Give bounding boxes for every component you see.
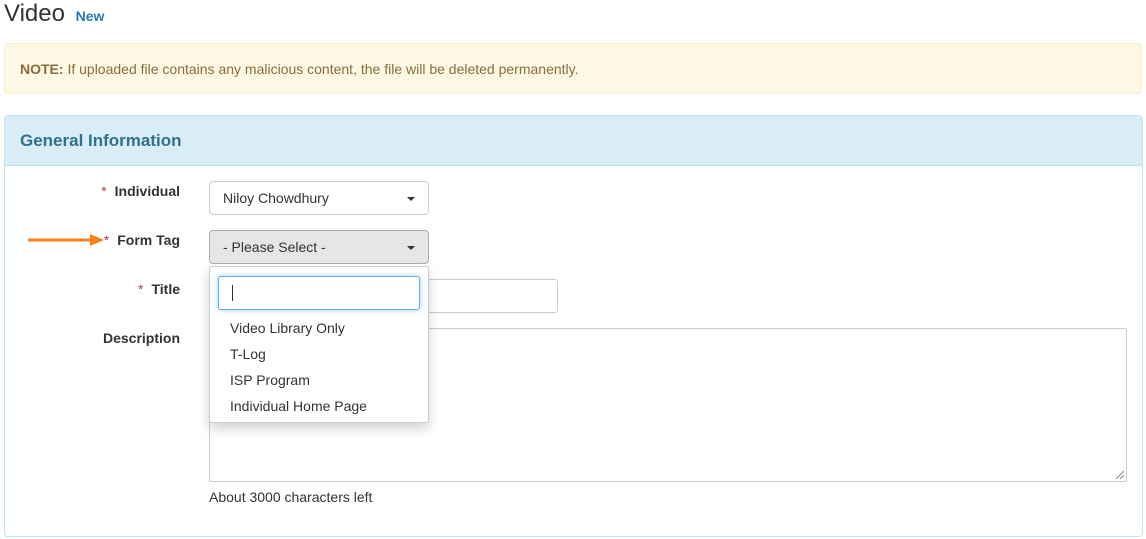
individual-label-text: Individual: [114, 183, 180, 199]
resize-handle-icon[interactable]: [1114, 469, 1124, 479]
panel-heading: General Information: [5, 116, 1142, 166]
warning-alert: NOTE: If uploaded file contains any mali…: [4, 43, 1142, 94]
required-marker: *: [101, 183, 107, 199]
characters-left-text: About 3000 characters left: [209, 489, 373, 505]
option-t-log[interactable]: T-Log: [210, 341, 428, 367]
option-isp-program[interactable]: ISP Program: [210, 367, 428, 393]
alert-note-label: NOTE:: [20, 61, 64, 77]
caret-down-icon: [407, 197, 415, 201]
title-label: * Title: [138, 279, 180, 299]
dropdown-search-input[interactable]: [218, 276, 420, 310]
text-cursor: [232, 285, 233, 301]
alert-message: If uploaded file contains any malicious …: [63, 61, 579, 77]
page: Video New NOTE: If uploaded file contain…: [0, 0, 1146, 539]
required-marker: *: [103, 232, 110, 248]
form-tag-label: * Form Tag: [104, 230, 180, 250]
individual-label: * Individual: [101, 181, 180, 201]
form-tag-select[interactable]: - Please Select -: [209, 230, 429, 264]
form-tag-dropdown: Video Library Only T-Log ISP Program Ind…: [209, 266, 429, 423]
form-tag-select-value: - Please Select -: [223, 239, 326, 255]
arrow-right-icon: [28, 234, 104, 246]
page-title: Video New: [4, 0, 104, 30]
form-tag-label-text: Form Tag: [117, 232, 180, 248]
new-badge: New: [75, 8, 105, 24]
option-video-library-only[interactable]: Video Library Only: [210, 315, 428, 341]
option-individual-home-page[interactable]: Individual Home Page: [210, 393, 428, 419]
caret-down-icon: [407, 246, 415, 250]
required-marker: *: [138, 281, 144, 297]
individual-select-value: Niloy Chowdhury: [223, 190, 329, 206]
description-label: Description: [103, 328, 180, 348]
title-label-text: Title: [151, 281, 180, 297]
individual-select[interactable]: Niloy Chowdhury: [209, 181, 429, 215]
page-title-text: Video: [4, 0, 65, 27]
description-label-text: Description: [102, 330, 180, 346]
